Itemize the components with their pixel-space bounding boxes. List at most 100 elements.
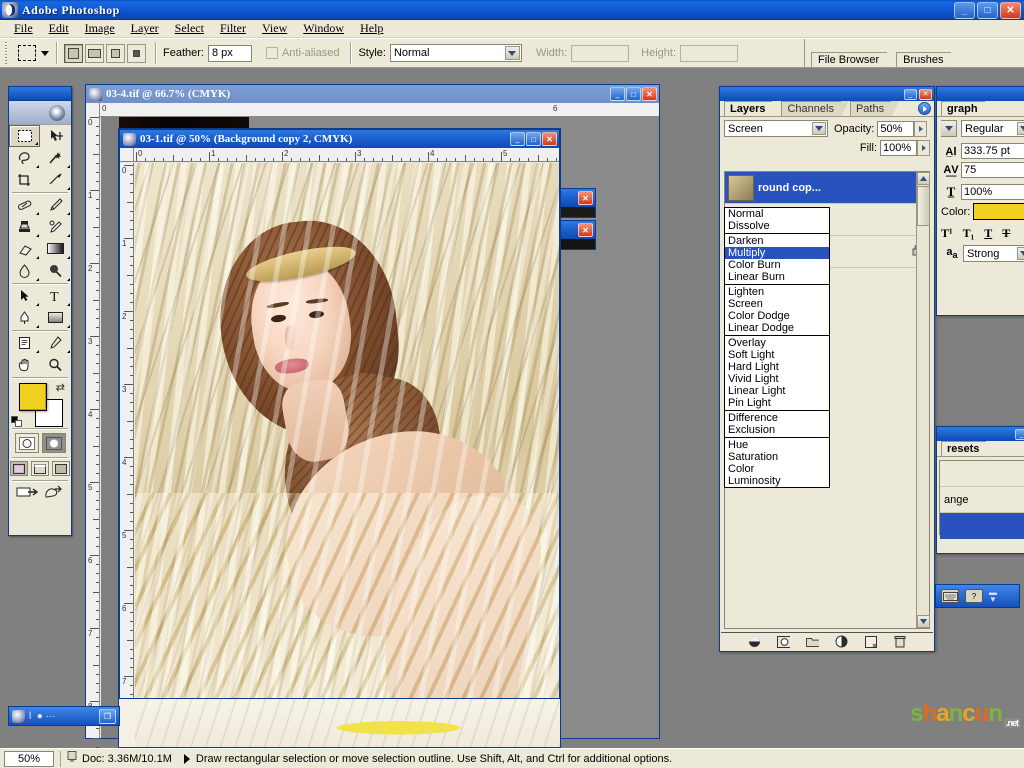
chevron-down-icon[interactable] xyxy=(812,122,826,135)
scrollbar-thumb[interactable] xyxy=(917,186,930,226)
blend-mode-item-multiply[interactable]: Multiply xyxy=(725,247,829,259)
tool-crop[interactable] xyxy=(9,169,40,191)
vertical-scale-input[interactable]: 100% xyxy=(961,184,1024,200)
menu-layer[interactable]: Layer xyxy=(123,20,167,37)
tool-move[interactable] xyxy=(40,125,71,147)
feather-input[interactable]: 8 px xyxy=(207,44,252,62)
menu-filter[interactable]: Filter xyxy=(212,20,254,37)
tool-slice[interactable] xyxy=(40,169,71,191)
blend-mode-item-color[interactable]: Color xyxy=(725,463,829,475)
tool-pen[interactable] xyxy=(9,307,40,329)
help-icon[interactable]: ? xyxy=(965,589,983,603)
document-back-title-bar[interactable]: 03-4.tif @ 66.7% (CMYK) _ □ ✕ xyxy=(86,85,659,103)
blend-mode-item-soft-light[interactable]: Soft Light xyxy=(725,349,829,361)
ruler-origin-box[interactable] xyxy=(120,148,134,161)
delete-layer-icon[interactable] xyxy=(893,635,906,648)
full-screen-with-menubar-button[interactable] xyxy=(31,461,49,476)
blend-mode-item-normal[interactable]: Normal xyxy=(725,208,829,220)
toolbox-title-bar[interactable] xyxy=(9,87,71,101)
superscript-icon[interactable]: T¹ xyxy=(941,226,953,241)
standard-mask-mode-button[interactable] xyxy=(14,433,39,453)
document-back-maximize-button[interactable]: □ xyxy=(626,87,641,101)
tool-brush[interactable] xyxy=(40,194,71,216)
document-back-ruler-horizontal[interactable]: 0 6 xyxy=(86,103,659,117)
tool-hand[interactable] xyxy=(9,354,40,376)
blend-mode-item-lighten[interactable]: Lighten xyxy=(725,286,829,298)
document-front-ruler-horizontal[interactable]: 0123456 xyxy=(120,148,559,162)
new-group-icon[interactable] xyxy=(806,635,819,648)
jump-to-other-icon[interactable] xyxy=(44,485,64,504)
anti-aliased-checkbox[interactable] xyxy=(265,47,278,59)
menu-help[interactable]: Help xyxy=(352,20,391,37)
tool-clone-stamp[interactable] xyxy=(9,216,40,238)
blend-mode-item-screen[interactable]: Screen xyxy=(725,298,829,310)
character-palette-title-bar[interactable]: _ xyxy=(937,87,1024,101)
document-back-minimize-button[interactable]: _ xyxy=(610,87,625,101)
tab-layers[interactable]: Layers xyxy=(724,101,782,117)
tool-magic-wand[interactable] xyxy=(40,147,71,169)
tab-paragraph[interactable]: graph xyxy=(941,101,993,117)
antialias-select[interactable]: Strong xyxy=(963,245,1024,262)
document-window-behind-bottom[interactable] xyxy=(118,698,561,748)
tracking-input[interactable]: 75 xyxy=(961,162,1024,178)
document-front-close-button[interactable]: ✕ xyxy=(542,132,557,146)
document-hidden-1-close-button[interactable]: ✕ xyxy=(578,191,593,205)
full-screen-mode-button[interactable] xyxy=(52,461,70,476)
tool-rectangular-marquee[interactable] xyxy=(9,125,40,147)
tool-presets-title-bar[interactable]: _ ✕ xyxy=(937,427,1024,441)
keyboard-icon[interactable] xyxy=(941,589,959,603)
menu-image[interactable]: Image xyxy=(77,20,123,37)
blend-mode-item-linear-burn[interactable]: Linear Burn xyxy=(725,271,829,283)
default-colors-icon[interactable] xyxy=(11,416,22,427)
tool-zoom[interactable] xyxy=(40,354,71,376)
blend-mode-item-hue[interactable]: Hue xyxy=(725,439,829,451)
style-select[interactable]: Normal xyxy=(389,44,522,62)
document-front-maximize-button[interactable]: □ xyxy=(526,132,541,146)
blend-mode-item-hard-light[interactable]: Hard Light xyxy=(725,361,829,373)
layers-palette-close-button[interactable]: ✕ xyxy=(919,88,932,100)
tool-type[interactable]: T xyxy=(40,285,71,307)
blend-mode-item-darken[interactable]: Darken xyxy=(725,235,829,247)
foreground-color-swatch[interactable] xyxy=(19,383,47,411)
blend-mode-select[interactable]: Screen xyxy=(724,120,828,137)
document-hidden-2-close-button[interactable]: ✕ xyxy=(578,223,593,237)
swap-colors-icon[interactable]: ⇄ xyxy=(56,381,65,394)
new-selection-button[interactable] xyxy=(64,43,83,63)
chevron-down-icon[interactable] xyxy=(504,46,520,60)
document-front-canvas[interactable] xyxy=(135,163,559,759)
height-input[interactable] xyxy=(680,44,739,62)
text-color-swatch[interactable] xyxy=(973,203,1024,220)
font-style-select[interactable]: Regular xyxy=(961,120,1024,137)
menu-edit[interactable]: Edit xyxy=(41,20,77,37)
strikethrough-icon[interactable]: T xyxy=(1002,226,1010,241)
blend-mode-item-linear-light[interactable]: Linear Light xyxy=(725,385,829,397)
leading-input[interactable]: 333.75 pt xyxy=(961,143,1024,159)
blend-mode-item-overlay[interactable]: Overlay xyxy=(725,337,829,349)
chevron-down-icon[interactable] xyxy=(1017,247,1024,260)
status-menu-icon[interactable] xyxy=(183,753,190,764)
document-front-ruler-vertical[interactable]: 012345678 xyxy=(120,163,134,759)
adjustment-layer-icon[interactable] xyxy=(835,635,848,648)
tool-shape[interactable] xyxy=(40,307,71,329)
app-close-button[interactable]: ✕ xyxy=(1000,1,1021,19)
fill-input[interactable]: 100% xyxy=(880,140,917,156)
tool-preset-item[interactable]: ange xyxy=(940,487,1024,513)
subscript-icon[interactable]: T₁ xyxy=(963,226,975,241)
opacity-stepper[interactable] xyxy=(914,120,928,137)
tool-presets-list[interactable]: ange xyxy=(939,460,1024,539)
fill-stepper[interactable] xyxy=(917,140,930,156)
document-hidden-1-title-bar[interactable]: ✕ xyxy=(557,189,595,207)
tool-path-selection[interactable] xyxy=(9,285,40,307)
app-maximize-button[interactable]: □ xyxy=(977,1,998,19)
chevron-down-icon[interactable] xyxy=(1017,122,1024,135)
standard-screen-mode-button[interactable] xyxy=(10,461,28,476)
blend-mode-dropdown[interactable]: Normal Dissolve Darken Multiply Color Bu… xyxy=(724,207,830,488)
tool-lasso[interactable] xyxy=(9,147,40,169)
layers-palette-title-bar[interactable]: _ ✕ xyxy=(720,87,934,101)
document-front-minimize-button[interactable]: _ xyxy=(510,132,525,146)
menu-view[interactable]: View xyxy=(254,20,295,37)
tool-gradient[interactable] xyxy=(40,238,71,260)
menu-file[interactable]: File xyxy=(6,20,41,37)
zoom-level-input[interactable]: 50% xyxy=(4,750,54,767)
document-window-hidden-1[interactable]: ✕ xyxy=(556,188,596,218)
